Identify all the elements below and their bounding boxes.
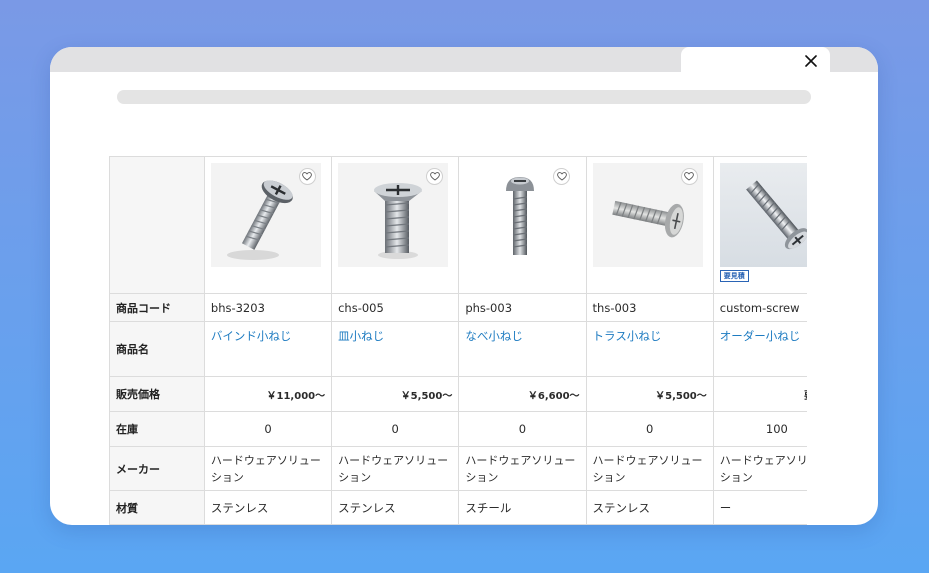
row-header-name: 商品名 (109, 321, 205, 377)
product-price: ￥5,500～ (585, 376, 714, 412)
product-price: ￥5,500～ (331, 376, 460, 412)
product-name-link[interactable]: なべ小ねじ (465, 329, 523, 343)
product-price: ￥11,000～ (203, 376, 333, 412)
product-name-cell: 皿小ねじ (331, 321, 460, 377)
maker-row: メーカー ハードウェアソリューション ハードウェアソリューション ハードウェアソ… (109, 446, 807, 491)
product-code: chs-005 (331, 293, 460, 322)
product-maker: ハードウェアソリューション (712, 446, 807, 491)
product-stock: 0 (203, 411, 333, 447)
name-row: 商品名 バインド小ねじ 皿小ねじ なべ小ねじ トラス小ねじ オーダー小ねじ (109, 321, 807, 377)
heart-icon (429, 172, 440, 181)
heart-icon (556, 172, 567, 181)
product-code: bhs-3203 (203, 293, 333, 322)
product-image-cell (203, 156, 333, 294)
product-material: ステンレス (203, 490, 333, 525)
image-row-header (109, 156, 205, 294)
row-header-price: 販売価格 (109, 376, 205, 412)
product-code: custom-screw (712, 293, 807, 322)
product-stock: 0 (331, 411, 460, 447)
pan-screw-image[interactable] (465, 163, 576, 267)
product-image-cell (331, 156, 460, 294)
code-row: 商品コード bhs-3203 chs-005 phs-003 ths-003 c… (109, 293, 807, 322)
product-name-link[interactable]: 皿小ねじ (338, 329, 384, 343)
close-tab-button[interactable] (801, 52, 821, 70)
flat-screw-image[interactable] (338, 163, 449, 267)
product-code: phs-003 (458, 293, 587, 322)
row-header-code: 商品コード (109, 293, 205, 322)
product-image-cell: 要見積 (712, 156, 807, 294)
heart-icon (302, 172, 313, 181)
product-name-cell: トラス小ねじ (585, 321, 714, 377)
product-stock: 0 (458, 411, 587, 447)
product-material: ステンレス (585, 490, 714, 525)
bind-screw-image[interactable] (210, 163, 321, 267)
close-icon (805, 55, 817, 67)
row-header-stock: 在庫 (109, 411, 205, 447)
price-row: 販売価格 ￥11,000～ ￥5,500～ ￥6,600～ ￥5,500～ 要見… (109, 376, 807, 412)
product-name-link[interactable]: トラス小ねじ (593, 329, 662, 343)
product-name-link[interactable]: オーダー小ねじ (720, 329, 801, 343)
heart-icon (684, 172, 694, 181)
product-image-cell (585, 156, 714, 294)
product-compare-table: 要見積 商品コード bhs-3203 chs-005 phs-003 ths-0… (109, 156, 807, 525)
tab-bar (50, 47, 878, 72)
material-row: 材質 ステンレス ステンレス スチール ステンレス ー (109, 490, 807, 525)
product-code: ths-003 (585, 293, 714, 322)
product-price: 要見積 (712, 376, 807, 412)
product-compare-table-container[interactable]: 要見積 商品コード bhs-3203 chs-005 phs-003 ths-0… (109, 156, 807, 525)
product-name-cell: バインド小ねじ (203, 321, 333, 377)
address-bar[interactable] (117, 90, 811, 104)
image-row: 要見積 (109, 156, 807, 294)
product-maker: ハードウェアソリューション (585, 446, 714, 491)
product-name-cell: オーダー小ねじ (712, 321, 807, 377)
product-maker: ハードウェアソリューション (458, 446, 587, 491)
custom-screw-image[interactable] (719, 163, 807, 267)
product-stock: 100 (712, 411, 807, 447)
product-material: ステンレス (331, 490, 460, 525)
browser-window: 要見積 商品コード bhs-3203 chs-005 phs-003 ths-0… (50, 47, 878, 525)
favorite-button[interactable] (426, 168, 444, 185)
product-maker: ハードウェアソリューション (203, 446, 333, 491)
product-image-cell (458, 156, 587, 294)
product-price: ￥6,600～ (458, 376, 587, 412)
product-maker: ハードウェアソリューション (331, 446, 460, 491)
product-name-link[interactable]: バインド小ねじ (211, 329, 292, 343)
row-header-material: 材質 (109, 490, 205, 525)
row-header-maker: メーカー (109, 446, 205, 491)
stock-row: 在庫 0 0 0 0 100 (109, 411, 807, 447)
favorite-button[interactable] (680, 168, 698, 185)
product-material: ー (712, 490, 807, 525)
quote-badge: 要見積 (719, 270, 749, 282)
product-material: スチール (458, 490, 587, 525)
product-name-cell: なべ小ねじ (458, 321, 587, 377)
favorite-button[interactable] (298, 168, 316, 185)
truss-screw-image[interactable] (592, 163, 703, 267)
product-stock: 0 (585, 411, 714, 447)
